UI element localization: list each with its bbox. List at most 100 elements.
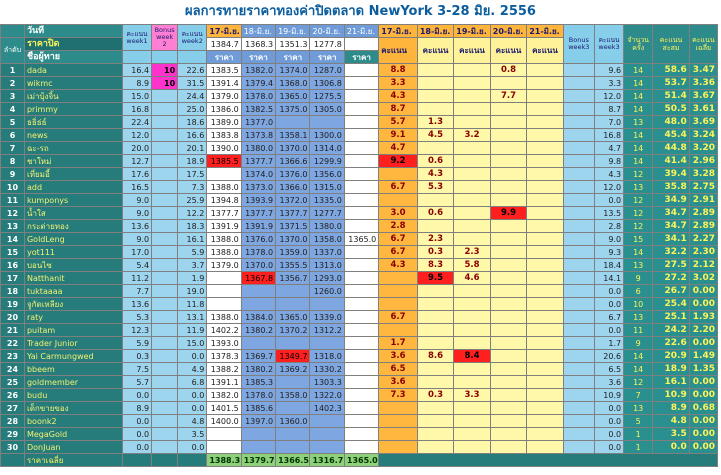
daily-score-1 bbox=[416, 219, 455, 233]
guess-price-4: 1365.0 bbox=[343, 232, 380, 246]
daily-score-3 bbox=[489, 258, 528, 272]
guess-price-2: 1360.0 bbox=[275, 414, 311, 428]
total-score: 50.5 bbox=[652, 102, 690, 116]
daily-score-2 bbox=[453, 362, 491, 376]
guess-count: 1 bbox=[623, 427, 654, 441]
total-score: 58.6 bbox=[652, 63, 690, 77]
daily-score-4 bbox=[526, 336, 564, 350]
total-score: 45.4 bbox=[652, 128, 690, 142]
guess-price-0: 1389.0 bbox=[206, 115, 242, 129]
table-row: 23 Yai Carmungwed 0.3 0.0 1378.3 1369.7 1349.7… bbox=[0, 349, 719, 363]
guess-count: 13 bbox=[623, 115, 654, 129]
daily-score-3 bbox=[489, 284, 528, 298]
guess-count: 12 bbox=[623, 167, 654, 181]
guess-count: 14 bbox=[623, 245, 654, 259]
guess-price-2: 1358.1 bbox=[275, 128, 311, 142]
score-week1: 9.0 bbox=[121, 193, 153, 207]
guess-count: 14 bbox=[623, 349, 654, 363]
score-week3: 9.6 bbox=[593, 63, 625, 77]
guess-count: 14 bbox=[623, 362, 654, 376]
guess-price-4 bbox=[343, 310, 380, 324]
footer-avg-4: 1365.0 bbox=[343, 453, 380, 467]
daily-score-1: 0.6 bbox=[416, 206, 455, 220]
guess-price-3: 1275.5 bbox=[309, 89, 345, 103]
table-row: 7 ฉะ-รถ 20.0 20.1 1390.0 1380.0 1370.0 1314.0 4.… bbox=[0, 141, 719, 155]
average-score: 0.68 bbox=[688, 401, 719, 415]
guess-price-1: 1377.7 bbox=[240, 206, 277, 220]
player-name: add bbox=[23, 180, 123, 194]
daily-score-4 bbox=[526, 271, 564, 285]
score-week3: 9.3 bbox=[593, 245, 625, 259]
score-week1: 15.0 bbox=[121, 89, 153, 103]
average-score: 0.00 bbox=[688, 388, 719, 402]
score-week3: 0.0 bbox=[593, 284, 625, 298]
guess-price-3 bbox=[309, 427, 345, 441]
close-price-2: 1351.3 bbox=[275, 37, 311, 51]
player-name: news bbox=[23, 128, 123, 142]
guess-count: 9 bbox=[623, 271, 654, 285]
average-score: 0.00 bbox=[688, 375, 719, 389]
guess-price-2 bbox=[275, 297, 311, 311]
daily-score-3 bbox=[489, 414, 528, 428]
average-score: 2.27 bbox=[688, 232, 719, 246]
daily-score-0: 7.3 bbox=[378, 388, 418, 402]
total-score: 8.9 bbox=[652, 401, 690, 415]
guess-price-3: 1322.0 bbox=[309, 388, 345, 402]
daily-score-3 bbox=[489, 219, 528, 233]
player-name: primmy bbox=[23, 102, 123, 116]
header-name-label: ชื่อผู้ทาย bbox=[23, 50, 123, 64]
guess-price-3: 1312.2 bbox=[309, 323, 345, 337]
guess-price-4 bbox=[343, 427, 380, 441]
guess-price-4 bbox=[343, 388, 380, 402]
daily-score-1 bbox=[416, 63, 455, 77]
header-date-label: วันที่ bbox=[23, 24, 123, 38]
score-week1: 20.0 bbox=[121, 141, 153, 155]
header-price-3: ราคา bbox=[309, 50, 345, 64]
daily-score-4 bbox=[526, 63, 564, 77]
score-week2: 0.0 bbox=[177, 388, 208, 402]
table-row: 11 kumponys 9.0 25.9 1394.8 1393.9 1372.0 1335.… bbox=[0, 193, 719, 207]
daily-score-2 bbox=[453, 297, 491, 311]
guess-price-3: 1380.0 bbox=[309, 219, 345, 233]
daily-score-4 bbox=[526, 414, 564, 428]
guess-price-1: 1378.0 bbox=[240, 89, 277, 103]
guess-price-3: 1300.0 bbox=[309, 128, 345, 142]
score-week1: 5.3 bbox=[121, 310, 153, 324]
score-week1: 7.7 bbox=[121, 284, 153, 298]
guess-price-4 bbox=[343, 349, 380, 363]
guess-price-0: 1391.1 bbox=[206, 375, 242, 389]
guess-price-0 bbox=[206, 167, 242, 181]
guess-price-2: 1374.0 bbox=[275, 63, 311, 77]
guess-price-4 bbox=[343, 375, 380, 389]
daily-score-2 bbox=[453, 63, 491, 77]
total-score: 22.6 bbox=[652, 336, 690, 350]
footer-blank-w1 bbox=[121, 453, 153, 467]
bonus-week2 bbox=[151, 219, 179, 233]
player-name: dada bbox=[23, 63, 123, 77]
total-score: 27.5 bbox=[652, 258, 690, 272]
bonus-week3 bbox=[562, 193, 595, 207]
daily-score-1: 0.6 bbox=[416, 154, 455, 168]
row-index: 30 bbox=[0, 440, 25, 454]
daily-score-3 bbox=[489, 375, 528, 389]
bonus-week3 bbox=[562, 102, 595, 116]
daily-score-3 bbox=[489, 128, 528, 142]
guess-price-0 bbox=[206, 271, 242, 285]
daily-score-0 bbox=[378, 297, 418, 311]
average-score: 1.49 bbox=[688, 349, 719, 363]
row-index: 26 bbox=[0, 388, 25, 402]
guess-price-0: 1386.0 bbox=[206, 102, 242, 116]
row-index: 17 bbox=[0, 271, 25, 285]
total-score: 25.1 bbox=[652, 310, 690, 324]
guess-price-1: 1397.0 bbox=[240, 414, 277, 428]
score-week2: 6.8 bbox=[177, 375, 208, 389]
score-week3: 3.3 bbox=[593, 76, 625, 90]
guess-price-0: 1388.0 bbox=[206, 245, 242, 259]
score-week2: 3.5 bbox=[177, 427, 208, 441]
player-name: boonk2 bbox=[23, 414, 123, 428]
daily-score-1 bbox=[416, 427, 455, 441]
guess-count: 9 bbox=[623, 336, 654, 350]
daily-score-0: 3.6 bbox=[378, 375, 418, 389]
row-index: 11 bbox=[0, 193, 25, 207]
player-name: เด็กขายของ bbox=[23, 401, 123, 415]
